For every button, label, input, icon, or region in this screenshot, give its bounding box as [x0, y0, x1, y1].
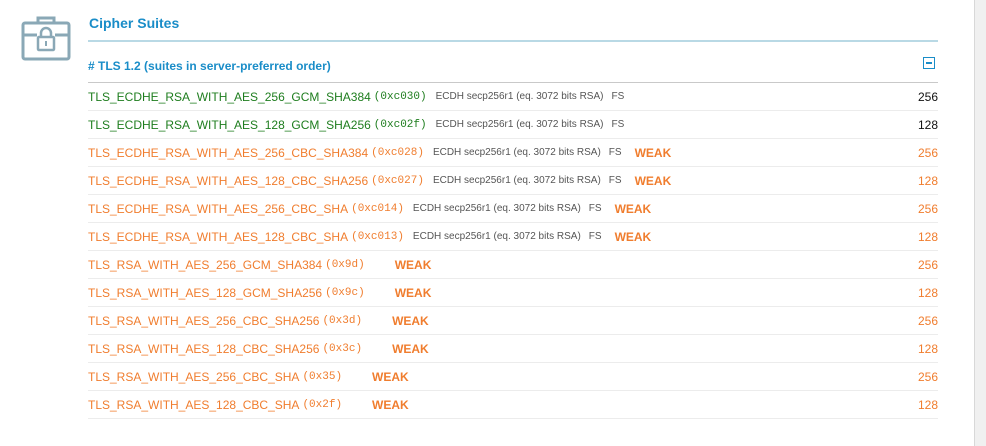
suite-code: (0xc027): [371, 174, 424, 187]
suite-code: (0xc030): [373, 90, 427, 103]
key-exchange: ECDH secp256r1 (eq. 3072 bits RSA): [412, 203, 581, 214]
key-bits: 256: [917, 313, 938, 328]
suite-code: (0x9d): [325, 258, 365, 271]
key-exchange: ECDH secp256r1 (eq. 3072 bits RSA): [435, 119, 604, 130]
suite-code: (0xc02f): [373, 118, 427, 131]
key-bits: 128: [917, 397, 938, 412]
forward-secrecy-badge: FS: [588, 231, 602, 242]
forward-secrecy-badge: FS: [608, 175, 622, 186]
suite-name: TLS_RSA_WITH_AES_256_CBC_SHA256: [88, 313, 320, 328]
key-bits: 128: [917, 229, 938, 244]
cipher-suites-panel: Cipher Suites # TLS 1.2 (suites in serve…: [0, 0, 975, 446]
key-exchange: ECDH secp256r1 (eq. 3072 bits RSA): [412, 231, 581, 242]
cipher-suite-row: TLS_ECDHE_RSA_WITH_AES_128_GCM_SHA256 (0…: [88, 111, 938, 139]
weak-badge: WEAK: [614, 229, 652, 244]
forward-secrecy-badge: FS: [588, 203, 602, 214]
suite-name: TLS_ECDHE_RSA_WITH_AES_256_GCM_SHA384: [88, 89, 371, 104]
suite-code: (0x9c): [325, 286, 365, 299]
weak-badge: WEAK: [392, 341, 429, 356]
weak-badge: WEAK: [614, 201, 652, 216]
key-bits: 256: [917, 89, 938, 104]
title-divider: [88, 40, 938, 42]
key-bits: 256: [917, 257, 938, 272]
cipher-suite-row: TLS_ECDHE_RSA_WITH_AES_256_CBC_SHA384 (0…: [88, 139, 938, 167]
suite-name: TLS_ECDHE_RSA_WITH_AES_128_CBC_SHA256: [88, 173, 369, 188]
suite-name: TLS_RSA_WITH_AES_256_GCM_SHA384: [88, 257, 323, 272]
suite-code: (0xc013): [351, 230, 404, 243]
key-exchange: ECDH secp256r1 (eq. 3072 bits RSA): [432, 147, 601, 158]
cipher-suite-row: TLS_RSA_WITH_AES_256_CBC_SHA (0x35) WEAK…: [88, 363, 938, 391]
weak-badge: WEAK: [634, 173, 672, 188]
cipher-suite-row: TLS_RSA_WITH_AES_128_GCM_SHA256 (0x9c) W…: [88, 279, 938, 307]
cipher-suite-list: TLS_ECDHE_RSA_WITH_AES_256_GCM_SHA384 (0…: [88, 83, 938, 419]
suite-name: TLS_ECDHE_RSA_WITH_AES_128_CBC_SHA: [88, 229, 349, 244]
weak-badge: WEAK: [392, 313, 429, 328]
suite-name: TLS_ECDHE_RSA_WITH_AES_256_CBC_SHA: [88, 201, 349, 216]
cipher-suite-row: TLS_ECDHE_RSA_WITH_AES_128_CBC_SHA256 (0…: [88, 167, 938, 195]
suite-name: TLS_RSA_WITH_AES_256_CBC_SHA: [88, 369, 300, 384]
weak-badge: WEAK: [372, 369, 409, 384]
weak-badge: WEAK: [634, 145, 672, 160]
suite-code: (0x3c): [322, 342, 363, 355]
cipher-suite-row: TLS_RSA_WITH_AES_128_CBC_SHA256 (0x3c) W…: [88, 335, 938, 363]
cipher-suite-row: TLS_ECDHE_RSA_WITH_AES_128_CBC_SHA (0xc0…: [88, 223, 938, 251]
key-exchange: ECDH secp256r1 (eq. 3072 bits RSA): [432, 175, 601, 186]
lock-box-icon: [21, 15, 71, 61]
key-exchange: ECDH secp256r1 (eq. 3072 bits RSA): [435, 91, 604, 102]
weak-badge: WEAK: [394, 257, 432, 272]
cipher-suite-row: TLS_RSA_WITH_AES_256_GCM_SHA384 (0x9d) W…: [88, 251, 938, 279]
key-bits: 128: [917, 341, 938, 356]
suite-name: TLS_ECDHE_RSA_WITH_AES_128_GCM_SHA256: [88, 117, 371, 132]
suite-name: TLS_RSA_WITH_AES_128_GCM_SHA256: [88, 285, 323, 300]
weak-badge: WEAK: [372, 397, 409, 412]
suite-name: TLS_RSA_WITH_AES_128_CBC_SHA: [88, 397, 300, 412]
key-bits: 128: [917, 173, 938, 188]
cipher-suite-row: TLS_RSA_WITH_AES_128_CBC_SHA (0x2f) WEAK…: [88, 391, 938, 419]
suite-code: (0x35): [302, 370, 343, 383]
suite-name: TLS_RSA_WITH_AES_128_CBC_SHA256: [88, 341, 320, 356]
key-bits: 128: [917, 117, 938, 132]
section-title: Cipher Suites: [89, 15, 180, 31]
collapse-icon[interactable]: [923, 57, 935, 69]
key-bits: 256: [917, 201, 938, 216]
suite-name: TLS_ECDHE_RSA_WITH_AES_256_CBC_SHA384: [88, 145, 369, 160]
suite-code: (0x3d): [322, 314, 363, 327]
key-bits: 256: [917, 369, 938, 384]
forward-secrecy-badge: FS: [611, 119, 625, 130]
suite-code: (0x2f): [302, 398, 343, 411]
cipher-suite-row: TLS_RSA_WITH_AES_256_CBC_SHA256 (0x3d) W…: [88, 307, 938, 335]
forward-secrecy-badge: FS: [611, 91, 625, 102]
tls-version-header[interactable]: # TLS 1.2 (suites in server-preferred or…: [88, 59, 331, 73]
suite-code: (0xc014): [351, 202, 404, 215]
cipher-suite-row: TLS_ECDHE_RSA_WITH_AES_256_GCM_SHA384 (0…: [88, 83, 938, 111]
weak-badge: WEAK: [394, 285, 432, 300]
cipher-suite-row: TLS_ECDHE_RSA_WITH_AES_256_CBC_SHA (0xc0…: [88, 195, 938, 223]
suite-code: (0xc028): [371, 146, 424, 159]
forward-secrecy-badge: FS: [608, 147, 622, 158]
key-bits: 256: [917, 145, 938, 160]
key-bits: 128: [917, 285, 938, 300]
